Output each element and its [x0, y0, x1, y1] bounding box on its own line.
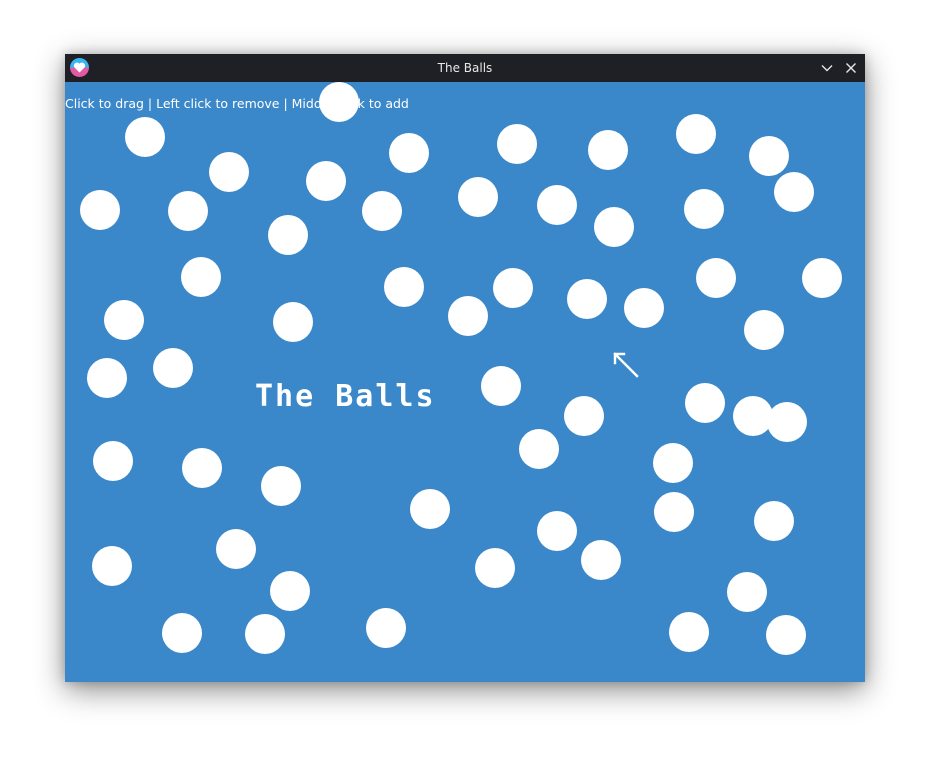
ball[interactable] [685, 383, 725, 423]
ball[interactable] [182, 448, 222, 488]
ball[interactable] [306, 161, 346, 201]
ball[interactable] [384, 267, 424, 307]
ball[interactable] [766, 615, 806, 655]
ball[interactable] [87, 358, 127, 398]
ball[interactable] [80, 190, 120, 230]
ball[interactable] [594, 207, 634, 247]
ball[interactable] [744, 310, 784, 350]
ball[interactable] [727, 572, 767, 612]
ball[interactable] [767, 402, 807, 442]
ball[interactable] [754, 501, 794, 541]
ball[interactable] [448, 296, 488, 336]
ball[interactable] [564, 396, 604, 436]
ball[interactable] [537, 511, 577, 551]
ball[interactable] [654, 492, 694, 532]
ball[interactable] [802, 258, 842, 298]
ball[interactable] [261, 466, 301, 506]
ball[interactable] [209, 152, 249, 192]
ball[interactable] [270, 571, 310, 611]
ball[interactable] [493, 268, 533, 308]
ball[interactable] [273, 302, 313, 342]
ball[interactable] [319, 82, 359, 122]
title-bar[interactable]: The Balls [65, 54, 865, 82]
minimize-chevron-icon[interactable] [819, 60, 835, 76]
ball[interactable] [684, 189, 724, 229]
arrow-cursor-icon [613, 352, 639, 382]
ball[interactable] [389, 133, 429, 173]
ball[interactable] [268, 215, 308, 255]
ball[interactable] [93, 441, 133, 481]
close-icon[interactable] [843, 60, 859, 76]
ball[interactable] [581, 540, 621, 580]
ball[interactable] [669, 612, 709, 652]
ball[interactable] [696, 258, 736, 298]
ball[interactable] [216, 529, 256, 569]
canvas-heading: The Balls [255, 379, 436, 414]
ball[interactable] [92, 546, 132, 586]
ball[interactable] [475, 548, 515, 588]
ball[interactable] [410, 489, 450, 529]
ball[interactable] [624, 288, 664, 328]
balls-canvas[interactable]: Click to drag | Left click to remove | M… [65, 82, 865, 682]
ball[interactable] [125, 117, 165, 157]
ball[interactable] [567, 279, 607, 319]
ball[interactable] [458, 177, 498, 217]
app-window: The Balls Click to drag | Left click to … [65, 54, 865, 682]
ball[interactable] [245, 614, 285, 654]
window-title: The Balls [437, 61, 493, 75]
ball[interactable] [153, 348, 193, 388]
ball[interactable] [162, 613, 202, 653]
ball[interactable] [104, 300, 144, 340]
ball[interactable] [366, 608, 406, 648]
ball[interactable] [676, 114, 716, 154]
ball[interactable] [537, 185, 577, 225]
ball[interactable] [362, 191, 402, 231]
ball[interactable] [519, 429, 559, 469]
ball[interactable] [181, 257, 221, 297]
ball[interactable] [497, 124, 537, 164]
ball[interactable] [481, 366, 521, 406]
ball[interactable] [168, 191, 208, 231]
ball[interactable] [774, 172, 814, 212]
ball[interactable] [588, 130, 628, 170]
ball[interactable] [653, 443, 693, 483]
ball[interactable] [749, 136, 789, 176]
